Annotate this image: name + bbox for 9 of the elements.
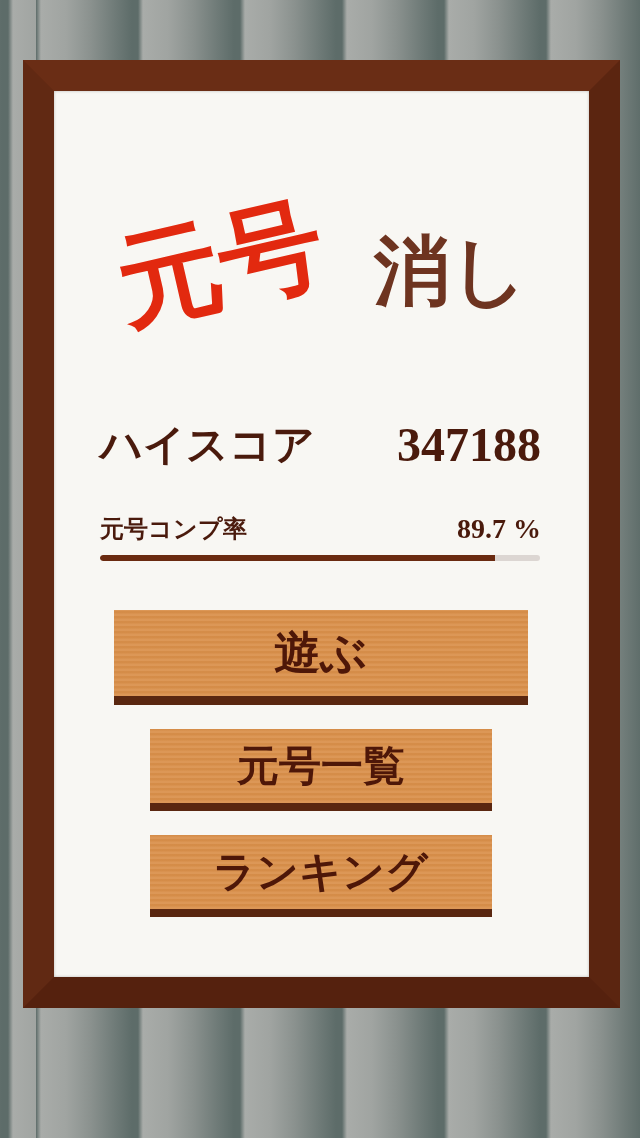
- completion-percent: 89.7 %: [457, 513, 541, 545]
- high-score-value: 347188: [397, 419, 541, 472]
- completion-label: 元号コンプ率: [100, 514, 247, 544]
- high-score-label: ハイスコア: [100, 422, 315, 469]
- title-text: 消し: [374, 233, 528, 309]
- menu-button[interactable]: 元号一覧: [149, 728, 492, 811]
- menu-button[interactable]: ランキング: [149, 834, 492, 917]
- menu-button[interactable]: 遊ぶ: [113, 609, 528, 705]
- title-stamp-text: 元号: [106, 188, 334, 338]
